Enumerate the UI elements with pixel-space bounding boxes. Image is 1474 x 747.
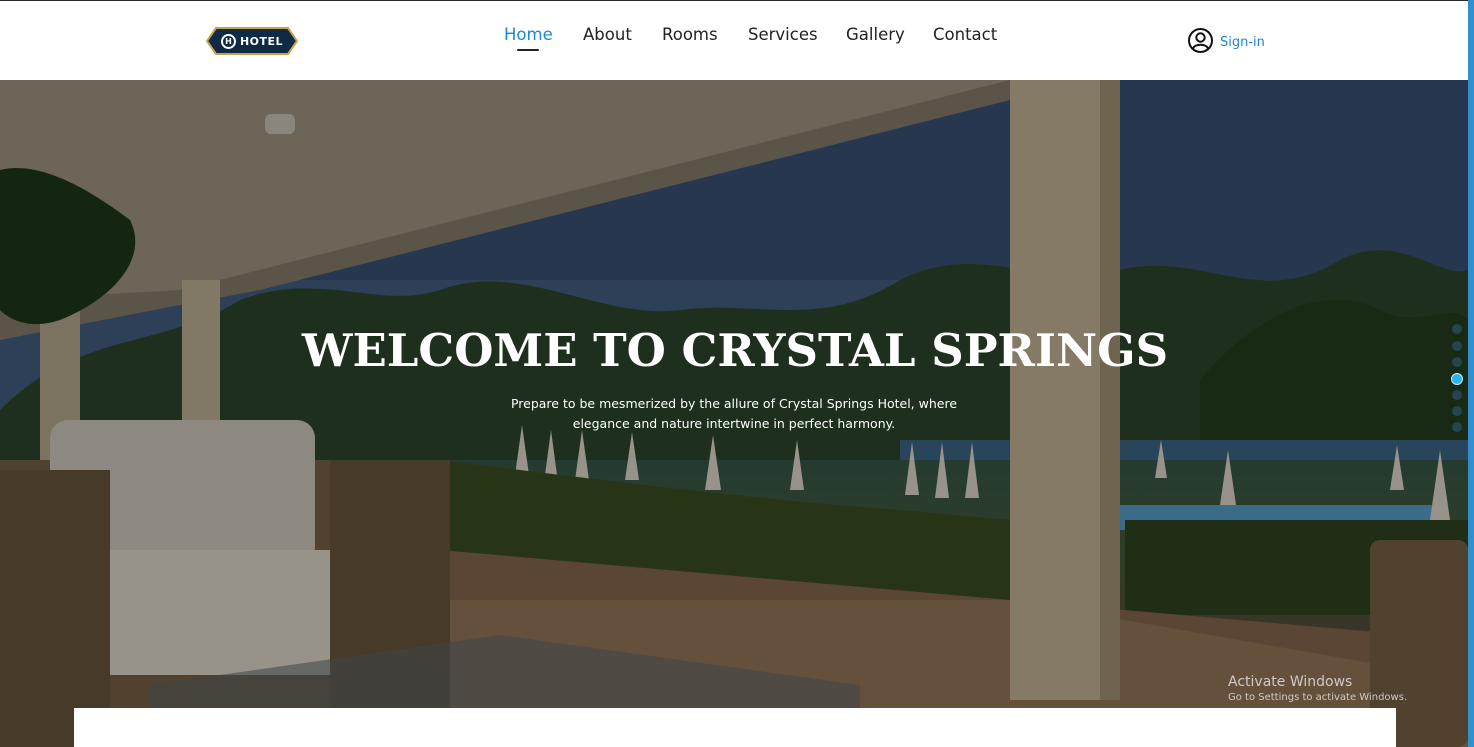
carousel-dot-active[interactable]: [1451, 373, 1463, 385]
carousel-dot[interactable]: [1452, 422, 1462, 432]
nav-rooms[interactable]: Rooms: [662, 25, 718, 44]
nav-services[interactable]: Services: [748, 25, 818, 44]
watermark-line-2: Go to Settings to activate Windows.: [1228, 692, 1408, 703]
nav-contact[interactable]: Contact: [933, 25, 997, 44]
user-circle-icon: [1187, 27, 1214, 58]
signin-label: Sign-in: [1220, 34, 1265, 50]
nav-home[interactable]: Home: [504, 25, 553, 44]
nav-about[interactable]: About: [583, 25, 632, 44]
hero-title: WELCOME TO CRYSTAL SPRINGS: [301, 324, 1169, 377]
carousel-dot[interactable]: [1452, 324, 1462, 334]
watermark-line-1: Activate Windows: [1228, 674, 1353, 690]
nav-active-indicator: [517, 49, 539, 51]
nav-gallery[interactable]: Gallery: [846, 25, 905, 44]
carousel-dot[interactable]: [1452, 406, 1462, 416]
signin-button[interactable]: Sign-in: [1187, 27, 1265, 58]
carousel-dot[interactable]: [1452, 341, 1462, 351]
carousel-dot[interactable]: [1452, 390, 1462, 400]
site-header: H HOTEL Home About Rooms Services Galler…: [0, 0, 1474, 80]
window-edge-accent: [1468, 0, 1474, 747]
booking-panel-top-edge: [74, 708, 1396, 747]
windows-activation-watermark: Activate Windows Go to Settings to activ…: [1228, 674, 1407, 703]
hero-banner: WELCOME TO CRYSTAL SPRINGS Prepare to be…: [0, 80, 1468, 747]
carousel-dot[interactable]: [1452, 357, 1462, 367]
hero-subtitle: Prepare to be mesmerized by the allure o…: [510, 396, 958, 431]
